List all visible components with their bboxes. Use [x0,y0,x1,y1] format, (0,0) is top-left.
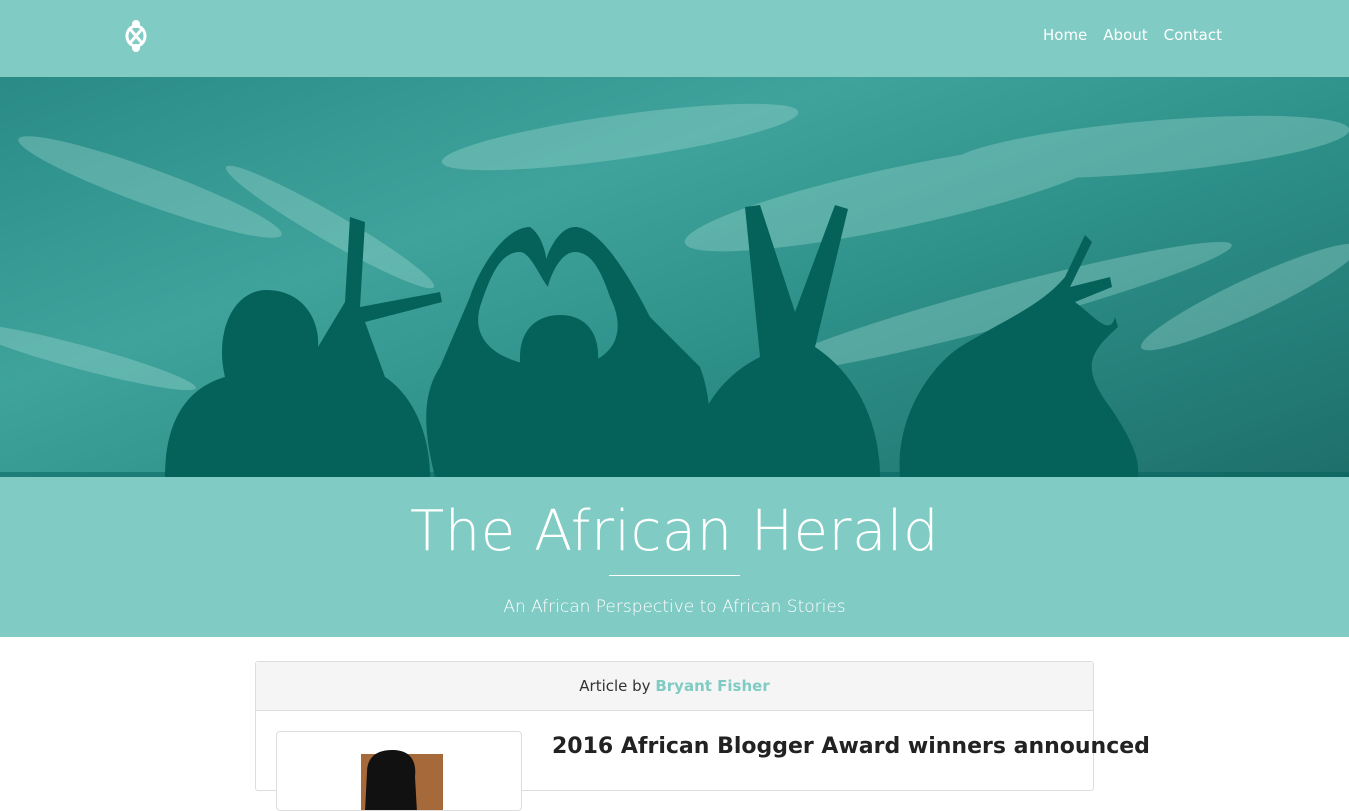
hero-image [0,77,1349,477]
silhouettes [165,205,1139,477]
thumbnail-image [361,750,443,810]
title-divider [609,575,740,576]
navbar: Home About Contact [0,0,1349,77]
article-byline: Article by Bryant Fisher [256,662,1093,711]
article-title[interactable]: 2016 African Blogger Award winners annou… [552,734,1150,759]
site-subtitle: An African Perspective to African Storie… [503,597,846,617]
nav-contact-link[interactable]: Contact [1164,26,1222,44]
article-card: Article by Bryant Fisher 2016 African Bl… [255,661,1150,811]
author-link[interactable]: Bryant Fisher [655,677,769,695]
nav-about-link[interactable]: About [1103,26,1147,44]
article-thumbnail[interactable] [276,731,522,811]
nav-home-link[interactable]: Home [1043,26,1087,44]
adinkra-logo-icon[interactable] [122,18,150,54]
byline-prefix: Article by [579,677,651,695]
title-band: The African Herald An African Perspectiv… [0,477,1349,637]
site-title: The African Herald [410,499,939,564]
hero-illustration [0,103,1349,477]
nav-links: Home About Contact [1043,26,1222,44]
